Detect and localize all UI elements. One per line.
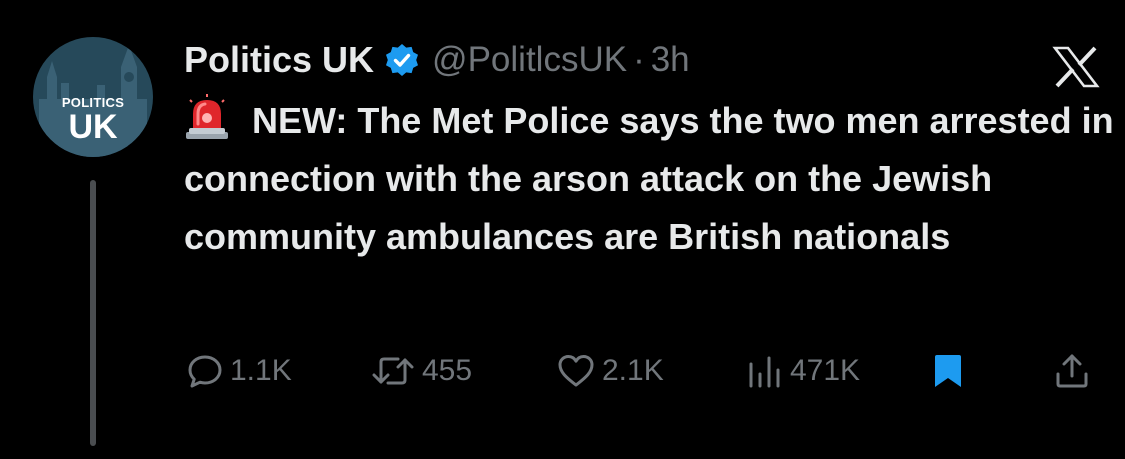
verified-badge-icon[interactable] <box>384 42 420 78</box>
rotating-light-icon <box>184 94 230 140</box>
post-text: NEW: The Met Police says the two men arr… <box>184 100 1114 257</box>
views-count: 471K <box>790 354 861 387</box>
post-header: Politics UK @PolitlcsUK · 3h <box>184 34 690 86</box>
like-button[interactable]: 2.1K <box>556 343 664 399</box>
author-handle[interactable]: @PolitlcsUK <box>432 40 627 80</box>
thread-connector-line <box>90 180 96 446</box>
author-display-name[interactable]: Politics UK <box>184 39 374 81</box>
meta-separator: · <box>633 40 645 79</box>
bar-chart-icon <box>749 356 780 388</box>
heart-icon <box>558 355 594 387</box>
author-avatar[interactable]: POLITICS UK <box>33 37 153 157</box>
post-actions-bar: 1.1K 455 2.1K 471K <box>0 343 1125 399</box>
share-icon <box>1056 354 1088 388</box>
avatar-label-big: UK <box>68 108 118 146</box>
repost-button[interactable]: 455 <box>370 343 472 399</box>
bookmark-button[interactable] <box>929 343 967 399</box>
x-logo-icon <box>1052 46 1100 88</box>
views-button[interactable]: 471K <box>744 343 860 399</box>
speech-bubble-icon <box>188 355 222 388</box>
like-count: 2.1K <box>602 354 664 387</box>
post-timestamp[interactable]: 3h <box>651 40 690 80</box>
share-button[interactable] <box>1053 343 1091 399</box>
bookmark-icon <box>935 355 961 387</box>
post-body: NEW: The Met Police says the two men arr… <box>184 92 1114 266</box>
repost-count: 455 <box>422 354 473 387</box>
reply-button[interactable]: 1.1K <box>186 343 292 399</box>
reply-count: 1.1K <box>230 354 292 387</box>
repost-arrows-icon <box>372 357 414 385</box>
